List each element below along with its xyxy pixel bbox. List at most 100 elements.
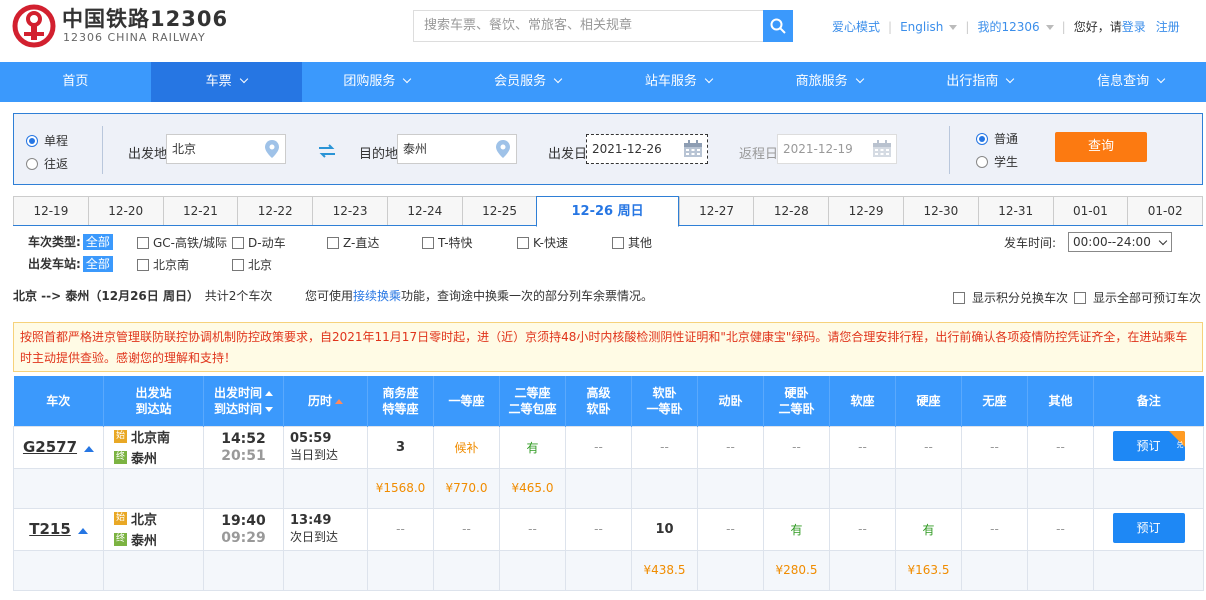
location-pin-icon[interactable] xyxy=(265,140,279,158)
location-pin-icon[interactable] xyxy=(496,140,510,158)
price-cell xyxy=(499,549,566,591)
date-tab[interactable]: 12-23 xyxy=(312,196,387,225)
nav-info[interactable]: 信息查询 xyxy=(1055,62,1206,102)
duration: 05:59 xyxy=(290,431,332,446)
price-cell: ¥438.5 xyxy=(631,549,698,591)
date-tab[interactable]: 12-22 xyxy=(237,196,313,225)
from-input[interactable]: 北京 xyxy=(166,134,286,164)
price-cell xyxy=(367,549,434,591)
seat-cell[interactable]: 有 xyxy=(763,507,830,551)
return-date-input[interactable]: 2021-12-19 xyxy=(777,134,897,164)
language-dropdown[interactable]: English xyxy=(900,20,958,34)
date-tab[interactable]: 12-25 xyxy=(461,196,537,225)
book-button[interactable]: 预订兑 xyxy=(1112,430,1185,461)
nav-station[interactable]: 站车服务 xyxy=(603,62,754,102)
seat-cell[interactable]: 有 xyxy=(499,425,566,469)
to-input[interactable]: 泰州 xyxy=(397,134,517,164)
search-icon xyxy=(770,18,786,34)
seat-cell: -- xyxy=(697,425,764,469)
header-duration[interactable]: 历时 xyxy=(283,376,368,426)
date-tab-active[interactable]: 12-26 周日 xyxy=(536,196,679,227)
care-mode-link[interactable]: 爱心模式 xyxy=(832,18,880,35)
main-nav: 首页 车票 团购服务 会员服务 站车服务 商旅服务 出行指南 信息查询 xyxy=(0,62,1206,102)
date-tab[interactable]: 12-31 xyxy=(977,196,1053,225)
seat-cell[interactable]: 10 xyxy=(631,507,698,551)
type-other-checkbox[interactable]: 其他 xyxy=(612,234,652,251)
type-d-checkbox[interactable]: D-动车 xyxy=(232,234,286,251)
header-moving-sleeper: 动卧 xyxy=(697,376,764,426)
date-tab[interactable]: 01-02 xyxy=(1127,196,1204,225)
departure-time-label: 发车时间: xyxy=(1004,236,1057,250)
date-tab[interactable]: 12-29 xyxy=(828,196,903,225)
price-cell xyxy=(961,549,1028,591)
nav-group[interactable]: 团购服务 xyxy=(302,62,453,102)
train-number-link[interactable]: T215 xyxy=(29,520,71,538)
header-premium-sleeper: 高级 软卧 xyxy=(565,376,632,426)
type-all-button[interactable]: 全部 xyxy=(82,233,113,250)
train-number-link[interactable]: G2577 xyxy=(23,438,77,456)
date-label: 出发日 xyxy=(548,147,588,162)
nav-home[interactable]: 首页 xyxy=(0,62,151,102)
arrival-time: 20:51 xyxy=(221,447,266,464)
departure-time: 19:40 xyxy=(221,512,266,529)
date-tab[interactable]: 12-28 xyxy=(753,196,829,225)
radio-unchecked-icon xyxy=(976,155,988,168)
my-12306-dropdown[interactable]: 我的12306 xyxy=(977,18,1054,35)
type-k-checkbox[interactable]: K-快速 xyxy=(517,234,568,251)
checkbox-icon xyxy=(612,236,624,249)
date-tab[interactable]: 12-30 xyxy=(902,196,978,225)
register-link[interactable]: 注册 xyxy=(1156,18,1180,35)
search-button[interactable] xyxy=(763,10,793,42)
calendar-icon[interactable] xyxy=(872,140,892,158)
student-radio[interactable]: 学生 xyxy=(976,153,1018,170)
date-tab[interactable]: 12-20 xyxy=(87,196,163,225)
date-tab[interactable]: 12-19 xyxy=(13,196,88,225)
header-second: 二等座 二等包座 xyxy=(499,376,566,426)
divider xyxy=(102,126,103,174)
station-beijing-checkbox[interactable]: 北京 xyxy=(232,256,272,273)
expand-icon[interactable] xyxy=(84,445,95,452)
query-button[interactable]: 查询 xyxy=(1055,132,1147,162)
seat-cell[interactable]: 有 xyxy=(895,507,962,551)
date-tab[interactable]: 12-24 xyxy=(386,196,462,225)
book-button[interactable]: 预订 xyxy=(1112,512,1185,543)
railway-logo-icon[interactable] xyxy=(12,4,56,48)
swap-icon[interactable] xyxy=(317,143,337,159)
transfer-link[interactable]: 接续换乘 xyxy=(353,289,401,303)
date-input[interactable]: 2021-12-26 xyxy=(586,134,708,164)
header-time[interactable]: 出发时间 到达时间 xyxy=(203,376,284,426)
caret-down-icon xyxy=(1045,25,1054,30)
calendar-icon[interactable] xyxy=(683,140,703,158)
type-gc-checkbox[interactable]: GC-高铁/城际 xyxy=(137,234,227,251)
header-first: 一等座 xyxy=(433,376,500,426)
date-tab[interactable]: 01-01 xyxy=(1052,196,1128,225)
search-input[interactable]: 搜索车票、餐饮、常旅客、相关规章 xyxy=(413,10,763,42)
seat-cell[interactable]: 候补 xyxy=(433,425,500,469)
chevron-down-icon xyxy=(239,74,248,84)
expand-icon[interactable] xyxy=(77,527,88,534)
show-all-checkbox[interactable]: 显示全部可预订车次 xyxy=(1074,289,1201,306)
type-t-checkbox[interactable]: T-特快 xyxy=(422,234,473,251)
date-tab[interactable]: 12-27 xyxy=(678,196,754,225)
end-badge: 终 xyxy=(114,451,127,464)
nav-tickets[interactable]: 车票 xyxy=(150,62,302,102)
type-z-checkbox[interactable]: Z-直达 xyxy=(327,234,379,251)
station-beijingnan-checkbox[interactable]: 北京南 xyxy=(137,256,189,273)
departure-time-select[interactable]: 00:00--24:00 xyxy=(1068,232,1172,252)
nav-business[interactable]: 商旅服务 xyxy=(754,62,905,102)
station-all-button[interactable]: 全部 xyxy=(82,255,113,272)
oneway-radio[interactable]: 单程 xyxy=(26,132,68,149)
price-row: ¥438.5 ¥280.5 ¥163.5 xyxy=(13,549,1204,591)
points-checkbox[interactable]: 显示积分兑换车次 xyxy=(953,289,1068,306)
nav-guide[interactable]: 出行指南 xyxy=(905,62,1056,102)
login-link[interactable]: 登录 xyxy=(1122,18,1146,35)
table-row: T215 始北京 终泰州 19:40 09:29 13:49 次日到达 -- -- … xyxy=(13,507,1204,551)
normal-radio[interactable]: 普通 xyxy=(976,130,1018,147)
seat-cell[interactable]: 3 xyxy=(367,425,434,469)
date-tab[interactable]: 12-21 xyxy=(162,196,238,225)
roundtrip-radio[interactable]: 往返 xyxy=(26,155,68,172)
nav-member[interactable]: 会员服务 xyxy=(452,62,603,102)
price-cell xyxy=(829,467,896,509)
header-other: 其他 xyxy=(1027,376,1094,426)
price-cell xyxy=(1027,549,1094,591)
